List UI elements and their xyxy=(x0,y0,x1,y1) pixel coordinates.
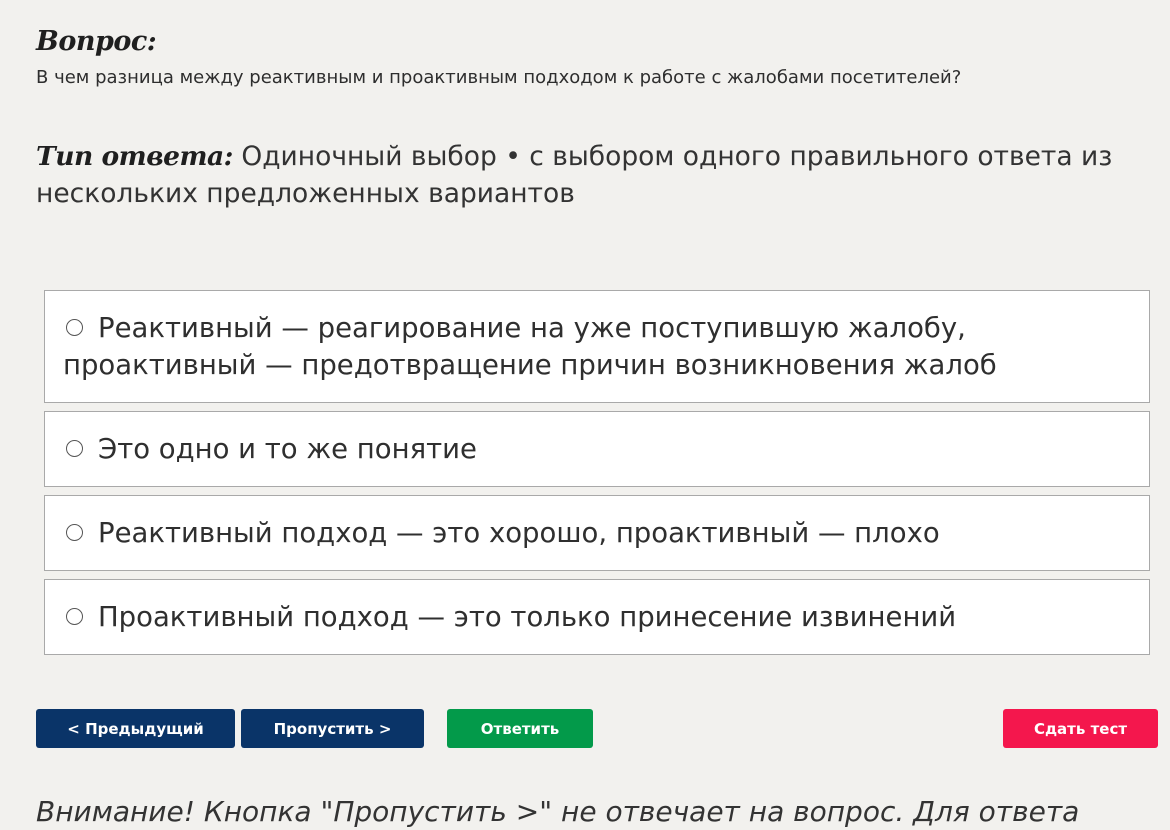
answer-type-label: Тип ответа: xyxy=(36,141,233,172)
question-text: В чем разница между реактивным и проакти… xyxy=(36,67,962,88)
answer-options: Реактивный — реагирование на уже поступи… xyxy=(44,290,1150,663)
answer-option-4[interactable]: Проактивный подход — это только принесен… xyxy=(44,579,1150,655)
answer-option-label: Реактивный — реагирование на уже поступи… xyxy=(63,312,997,381)
submit-test-button[interactable]: Сдать тест xyxy=(1003,709,1158,748)
answer-button[interactable]: Ответить xyxy=(447,709,593,748)
answer-type: Тип ответа: Одиночный выбор • с выбором … xyxy=(36,138,1136,212)
question-heading: Вопрос: xyxy=(36,26,157,57)
answer-option-3[interactable]: Реактивный подход — это хорошо, проактив… xyxy=(44,495,1150,571)
skip-button[interactable]: Пропустить > xyxy=(241,709,424,748)
previous-button[interactable]: < Предыдущий xyxy=(36,709,235,748)
warning-text: Внимание! Кнопка "Пропустить >" не отвеч… xyxy=(36,795,1080,828)
answer-option-2[interactable]: Это одно и то же понятие xyxy=(44,411,1150,487)
answer-option-label: Проактивный подход — это только принесен… xyxy=(98,601,957,633)
answer-option-label: Это одно и то же понятие xyxy=(98,433,477,465)
answer-option-1[interactable]: Реактивный — реагирование на уже поступи… xyxy=(44,290,1150,403)
answer-option-label: Реактивный подход — это хорошо, проактив… xyxy=(98,517,940,549)
